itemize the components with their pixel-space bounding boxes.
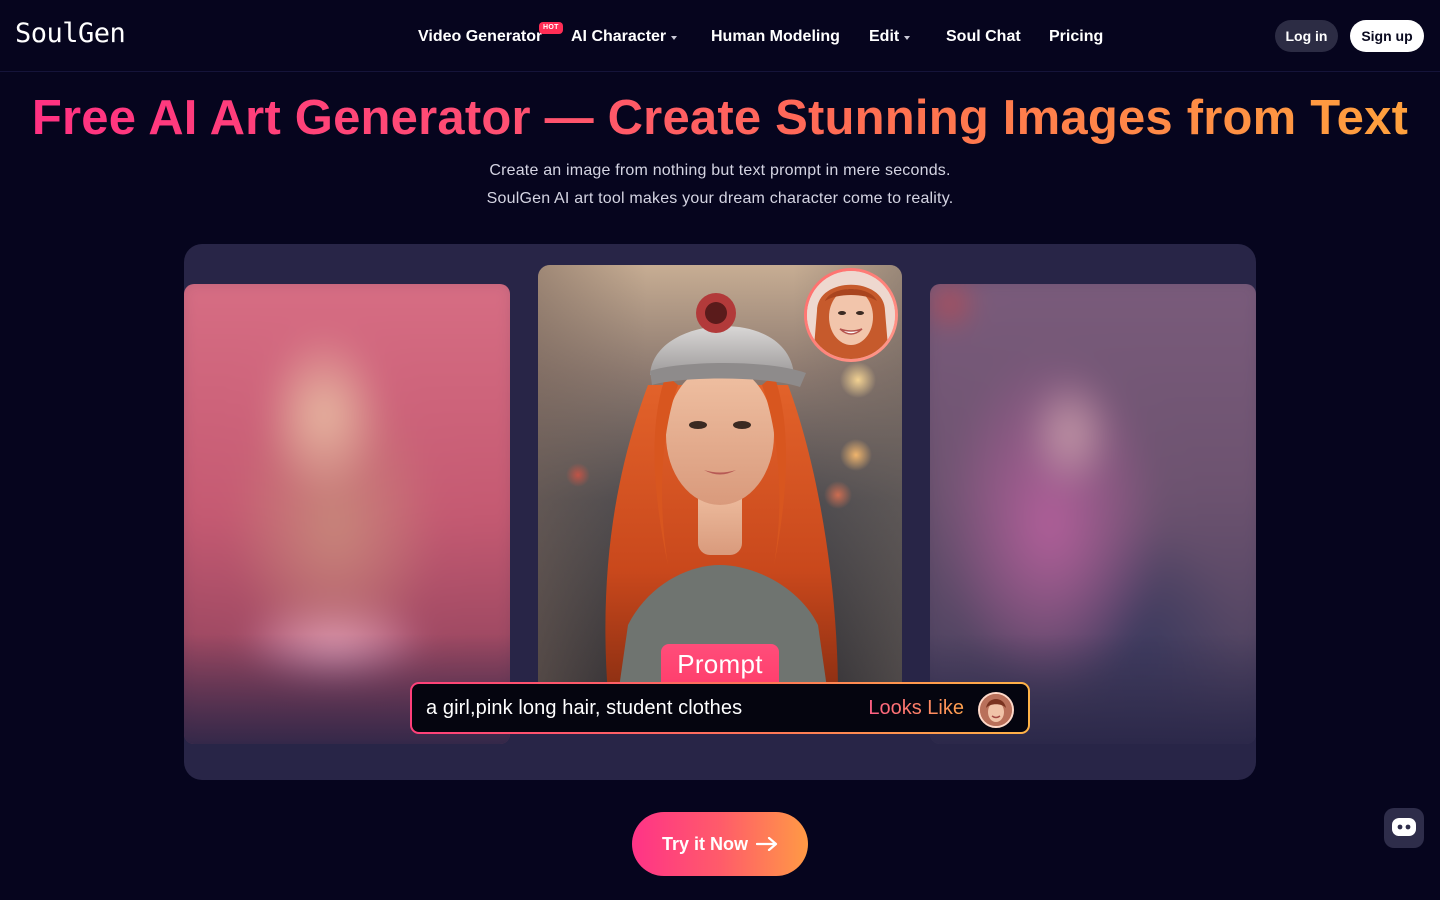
chat-bot-icon (1392, 818, 1416, 836)
arrow-right-icon (756, 837, 778, 851)
nav-video-generator[interactable]: Video Generator (418, 26, 542, 48)
nav-pricing[interactable]: Pricing (1049, 26, 1103, 48)
chevron-down-icon (671, 35, 678, 40)
nav-edit-label: Edit (869, 28, 900, 45)
reference-face-avatar (804, 268, 898, 362)
try-it-now-button[interactable]: Try it Now (632, 812, 808, 876)
site-header: SoulGen Video Generator HOT AI Character… (0, 0, 1440, 72)
nav-ai-character-label: AI Character (571, 28, 667, 45)
showcase-panel: Prompt a girl,pink long hair, student cl… (184, 244, 1256, 780)
looks-like-label: Looks Like (868, 697, 964, 719)
face-illustration (807, 271, 895, 359)
chat-widget-button[interactable] (1384, 808, 1424, 848)
nav-ai-character[interactable]: AI Character (571, 26, 678, 48)
nav-soul-chat[interactable]: Soul Chat (946, 26, 1021, 48)
signup-button[interactable]: Sign up (1350, 20, 1424, 52)
login-button[interactable]: Log in (1275, 20, 1338, 52)
looks-like-avatar (978, 692, 1014, 728)
hero-headline: Free AI Art Generator — Create Stunning … (0, 88, 1440, 148)
hero-subtitle-line2: SoulGen AI art tool makes your dream cha… (486, 190, 954, 207)
nav-edit[interactable]: Edit (869, 26, 911, 48)
nav-pricing-label: Pricing (1049, 28, 1104, 45)
prompt-bar: a girl,pink long hair, student clothes L… (410, 682, 1030, 734)
try-it-now-label: Try it Now (661, 833, 748, 854)
nav-video-generator-label: Video Generator (418, 28, 543, 45)
prompt-label: Prompt (661, 644, 779, 684)
blurred-sample-image-right (930, 284, 1256, 744)
nav-human-modeling[interactable]: Human Modeling (711, 26, 840, 48)
nav-human-modeling-label: Human Modeling (711, 28, 840, 45)
hot-badge: HOT (539, 22, 563, 34)
blurred-sample-image-left (184, 284, 510, 744)
prompt-text: a girl,pink long hair, student clothes (426, 696, 743, 719)
logo[interactable]: SoulGen (15, 18, 126, 49)
nav-soul-chat-label: Soul Chat (946, 28, 1021, 45)
chevron-down-icon (904, 35, 911, 40)
hero-subtitle-line1: Create an image from nothing but text pr… (489, 162, 951, 179)
